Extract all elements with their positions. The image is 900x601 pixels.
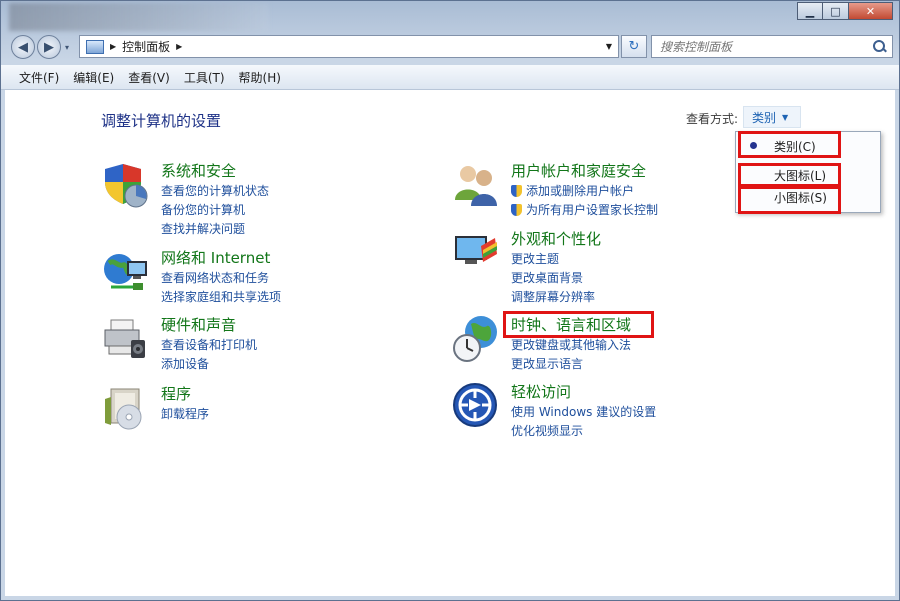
view-by-button[interactable]: 类别 ▼ [743, 106, 801, 128]
highlight-box-small-icons [738, 186, 841, 214]
menu-view[interactable]: 查看(V) [128, 69, 170, 86]
link-devices-printers[interactable]: 查看设备和打印机 [161, 336, 257, 355]
link-parental-controls[interactable]: 为所有用户设置家长控制 [511, 201, 658, 220]
control-panel-window: ▁ □ ✕ ◀ ▶ ▾ ▶ 控制面板 ▶ ▼ ↻ 文件(F) 编辑(E) 查看(… [0, 0, 900, 601]
highlight-box-large-icons [738, 163, 841, 187]
category-title[interactable]: 系统和安全 [161, 160, 236, 181]
category-title[interactable]: 硬件和声音 [161, 314, 236, 335]
page-title: 调整计算机的设置 [101, 112, 222, 130]
uac-shield-icon [511, 204, 522, 216]
link-find-fix-problems[interactable]: 查找并解决问题 [161, 220, 269, 239]
close-button[interactable]: ✕ [849, 2, 893, 20]
programs-icon [105, 388, 142, 430]
maximize-button[interactable]: □ [823, 2, 849, 20]
menu-file[interactable]: 文件(F) [19, 69, 59, 86]
category-title[interactable]: 外观和个性化 [511, 228, 601, 249]
back-button[interactable]: ◀ [11, 35, 35, 59]
system-security-icon [105, 164, 148, 208]
category-title[interactable]: 网络和 Internet [161, 247, 270, 268]
view-by-value: 类别 [752, 110, 777, 125]
link-backup-computer[interactable]: 备份您的计算机 [161, 201, 269, 220]
link-change-background[interactable]: 更改桌面背景 [511, 269, 595, 288]
link-change-display-language[interactable]: 更改显示语言 [511, 355, 631, 374]
address-bar[interactable]: ▶ 控制面板 ▶ ▼ [79, 35, 619, 58]
user-accounts-icon [455, 166, 497, 206]
menu-bar: 文件(F) 编辑(E) 查看(V) 工具(T) 帮助(H) [1, 65, 899, 90]
menu-help[interactable]: 帮助(H) [239, 69, 281, 86]
network-icon [104, 254, 147, 290]
recent-pages-dropdown[interactable]: ▾ [65, 43, 69, 52]
link-add-device[interactable]: 添加设备 [161, 355, 257, 374]
link-network-status[interactable]: 查看网络状态和任务 [161, 269, 281, 288]
forward-button[interactable]: ▶ [37, 35, 61, 59]
search-input[interactable] [660, 39, 865, 54]
ease-of-access-icon [453, 383, 497, 427]
highlight-box-clock-language [503, 311, 654, 338]
link-screen-resolution[interactable]: 调整屏幕分辨率 [511, 288, 595, 307]
link-optimize-video-display[interactable]: 优化视频显示 [511, 422, 656, 441]
breadcrumb-separator-icon[interactable]: ▶ [110, 42, 116, 51]
navigation-bar: ◀ ▶ ▾ ▶ 控制面板 ▶ ▼ ↻ [7, 31, 895, 61]
window-title-area [9, 3, 269, 31]
appearance-icon [455, 236, 497, 264]
link-text[interactable]: 为所有用户设置家长控制 [526, 203, 658, 217]
chevron-down-icon: ▼ [782, 112, 789, 122]
control-panel-icon [86, 39, 104, 54]
link-change-theme[interactable]: 更改主题 [511, 250, 595, 269]
highlight-box-category [738, 131, 841, 158]
refresh-button[interactable]: ↻ [621, 35, 647, 58]
link-homegroup-sharing[interactable]: 选择家庭组和共享选项 [161, 288, 281, 307]
search-box[interactable] [651, 35, 893, 58]
clock-language-icon [453, 316, 497, 362]
link-windows-recommended-settings[interactable]: 使用 Windows 建议的设置 [511, 403, 656, 422]
caption-buttons: ▁ □ ✕ [797, 2, 893, 20]
menu-tools[interactable]: 工具(T) [184, 69, 225, 86]
link-text[interactable]: 添加或删除用户帐户 [526, 184, 634, 198]
category-title[interactable]: 程序 [161, 383, 191, 404]
breadcrumb-control-panel[interactable]: 控制面板 [122, 38, 170, 55]
category-title[interactable]: 轻松访问 [511, 381, 571, 402]
hardware-sound-icon [104, 319, 145, 358]
search-icon[interactable] [873, 39, 887, 54]
breadcrumb-separator-icon[interactable]: ▶ [176, 42, 182, 51]
link-add-remove-accounts[interactable]: 添加或删除用户帐户 [511, 182, 658, 201]
link-change-input-method[interactable]: 更改键盘或其他输入法 [511, 336, 631, 355]
address-dropdown-icon[interactable]: ▼ [606, 42, 612, 51]
view-by-label: 查看方式: [686, 112, 739, 126]
link-uninstall-program[interactable]: 卸载程序 [161, 405, 209, 424]
category-title[interactable]: 用户帐户和家庭安全 [511, 160, 646, 181]
uac-shield-icon [511, 185, 522, 197]
menu-edit[interactable]: 编辑(E) [73, 69, 114, 86]
link-view-computer-status[interactable]: 查看您的计算机状态 [161, 182, 269, 201]
minimize-button[interactable]: ▁ [797, 2, 823, 20]
